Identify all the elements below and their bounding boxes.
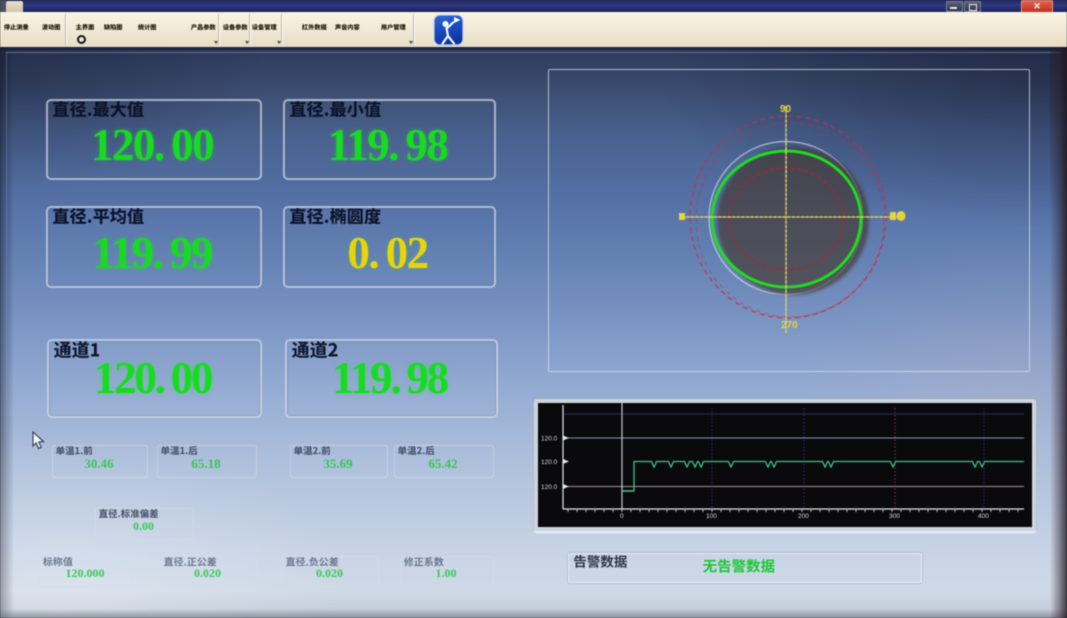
- svg-text:90: 90: [780, 104, 792, 115]
- svg-text:0: 0: [620, 513, 624, 519]
- svg-text:100: 100: [706, 513, 717, 519]
- svg-text:400: 400: [978, 513, 989, 519]
- svg-text:300: 300: [889, 513, 900, 519]
- svg-text:200: 200: [798, 513, 809, 519]
- svg-text:270: 270: [781, 320, 798, 331]
- svg-text:120.0: 120.0: [541, 459, 558, 466]
- svg-text:120.0: 120.0: [541, 484, 558, 491]
- svg-text:120.0: 120.0: [541, 436, 558, 443]
